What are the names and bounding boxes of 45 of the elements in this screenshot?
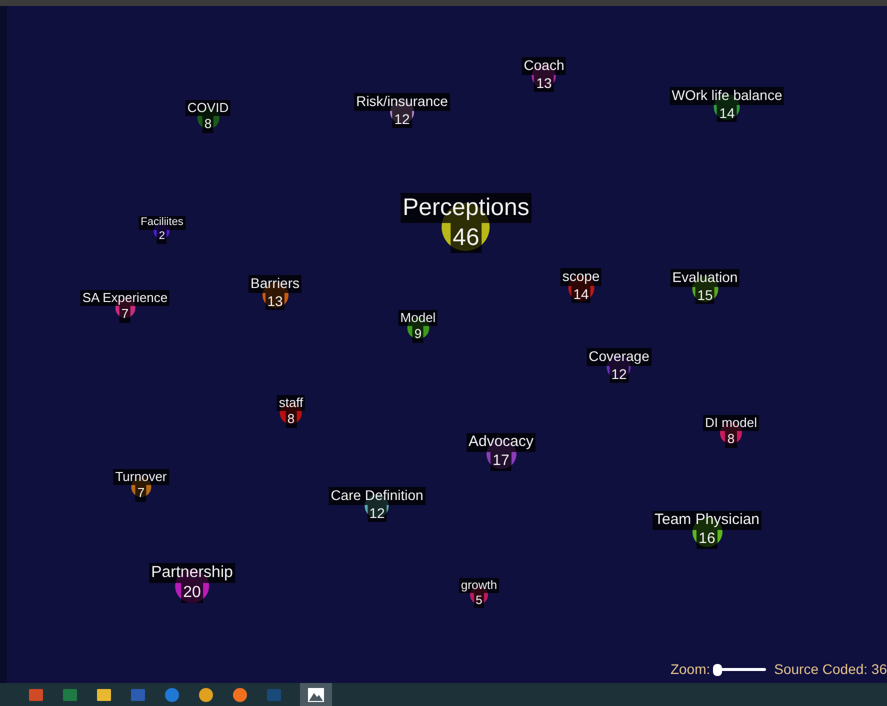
node-count: 5: [474, 593, 484, 608]
node-label[interactable]: Barriers: [248, 275, 302, 292]
node-label[interactable]: Team Physician: [652, 511, 762, 530]
node-label[interactable]: SA Experience: [80, 290, 170, 306]
node-label[interactable]: Turnover: [113, 469, 169, 486]
node-count: 15: [695, 286, 715, 304]
zoom-slider[interactable]: [714, 664, 766, 676]
node-label[interactable]: COVID: [185, 100, 231, 116]
node-count: 8: [725, 431, 737, 448]
node-label[interactable]: growth: [458, 578, 500, 593]
node-count: 8: [285, 411, 297, 428]
node-label[interactable]: Coach: [522, 57, 566, 74]
node-label[interactable]: WOrk life balance: [670, 87, 784, 104]
node-label[interactable]: Partnership: [149, 563, 235, 583]
node-label[interactable]: Advocacy: [466, 433, 536, 452]
node-count: 17: [490, 452, 512, 470]
node-count: 12: [367, 504, 387, 522]
node-count: 14: [717, 104, 737, 122]
node-label[interactable]: Coverage: [586, 348, 652, 366]
node-count: 20: [181, 583, 203, 603]
zoom-label: Zoom:: [670, 660, 710, 679]
node-count: 13: [265, 292, 285, 310]
image-icon: [308, 688, 324, 702]
node-label[interactable]: scope: [560, 268, 602, 286]
node-label[interactable]: Perceptions: [400, 193, 532, 223]
node-count: 12: [609, 366, 629, 383]
node-count: 12: [392, 110, 412, 128]
node-label[interactable]: Risk/insurance: [354, 93, 450, 110]
node-label[interactable]: Care Definition: [328, 487, 426, 504]
node-label[interactable]: DI model: [702, 415, 760, 432]
node-label[interactable]: staff: [276, 395, 306, 412]
node-count: 16: [696, 530, 718, 548]
node-label[interactable]: Model: [398, 310, 438, 326]
status-text: Source Coded: 36: [774, 660, 887, 679]
node-label[interactable]: Faciliites: [138, 216, 186, 230]
node-count: 13: [534, 74, 554, 92]
node-count: 14: [571, 286, 591, 303]
node-count: 8: [202, 116, 214, 132]
node-count: 2: [156, 230, 168, 244]
taskbar-active-item[interactable]: [300, 683, 332, 706]
node-label[interactable]: Evaluation: [670, 269, 740, 286]
node-count: 9: [412, 326, 424, 342]
node-count: 7: [135, 485, 147, 502]
node-count: 7: [119, 306, 131, 322]
node-count: 46: [450, 223, 482, 253]
